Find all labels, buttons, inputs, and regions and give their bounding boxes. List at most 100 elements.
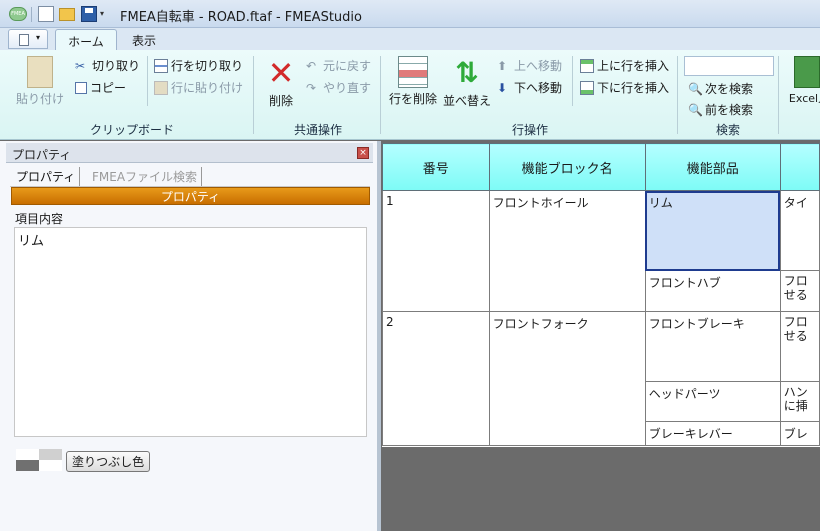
- save-icon[interactable]: [81, 6, 97, 22]
- cell-extra[interactable]: タイ: [779, 190, 820, 271]
- redo-icon: ↷: [306, 80, 317, 95]
- properties-panel: プロパティ × プロパティ FMEAファイル検索 プロパティ 項目内容 リム 塗…: [0, 141, 377, 531]
- tab-fmea-file-search[interactable]: FMEAファイル検索: [88, 167, 203, 186]
- delete-row-button[interactable]: 行を削除: [387, 56, 439, 107]
- table-row: 2 フロントフォーク フロントブレーキ フロ せる: [382, 311, 820, 446]
- title-bar: FMEA ▾ FMEA自転車 - ROAD.ftaf - FMEAStudio: [0, 0, 820, 28]
- scissors-icon: ✂: [75, 58, 86, 73]
- find-next-button[interactable]: 🔍 次を検索: [688, 80, 753, 97]
- copy-icon: [75, 81, 87, 94]
- find-next-icon: 🔍: [688, 81, 703, 96]
- cut-button[interactable]: ✂ 切り取り: [75, 57, 140, 74]
- undo-icon: ↶: [306, 58, 317, 73]
- window-title: FMEA自転車 - ROAD.ftaf - FMEAStudio: [120, 10, 362, 25]
- find-prev-button[interactable]: 🔍 前を検索: [688, 101, 753, 118]
- group-separator: [253, 56, 254, 134]
- paste-row-button[interactable]: 行に貼り付け: [154, 79, 243, 96]
- group-label-search: 検索: [715, 123, 740, 137]
- excel-import-button[interactable]: Excel入: [784, 56, 820, 106]
- item-content-textarea[interactable]: リム: [14, 227, 367, 437]
- open-folder-icon[interactable]: [59, 8, 75, 21]
- column-header-extra[interactable]: [779, 143, 820, 191]
- property-section-header: プロパティ: [11, 187, 370, 205]
- copy-button[interactable]: コピー: [75, 79, 126, 96]
- table-row: 1 フロントホイール リム タイ: [382, 190, 820, 312]
- insert-below-label: 下に行を挿入: [597, 81, 670, 95]
- move-up-button[interactable]: ⬆ 上へ移動: [497, 57, 562, 74]
- delete-button[interactable]: ✕ 削除: [262, 56, 300, 109]
- cell-part[interactable]: ヘッドパーツ: [644, 381, 781, 422]
- cell-block-name[interactable]: フロントフォーク: [488, 311, 646, 446]
- fill-color-swatch: [16, 449, 62, 471]
- grid-empty-area: [382, 447, 820, 531]
- new-file-icon[interactable]: [38, 6, 54, 22]
- sort-arrows-icon: ⇅: [455, 56, 479, 89]
- cut-row-button[interactable]: 行を切り取り: [154, 57, 243, 74]
- group-label-row-ops: 行操作: [511, 123, 548, 137]
- tab-view[interactable]: 表示: [120, 29, 168, 50]
- move-down-label: 下へ移動: [514, 81, 563, 95]
- cell-part-selected[interactable]: リム: [644, 190, 781, 271]
- panel-header: プロパティ ×: [6, 143, 373, 163]
- delete-label: 削除: [268, 94, 293, 108]
- insert-above-button[interactable]: 上に行を挿入: [580, 57, 669, 74]
- move-down-button[interactable]: ⬇ 下へ移動: [497, 79, 562, 96]
- search-input[interactable]: [684, 56, 774, 76]
- tab-properties[interactable]: プロパティ: [12, 167, 81, 186]
- cell-extra[interactable]: ハン に挿: [779, 381, 820, 422]
- close-icon[interactable]: ×: [357, 147, 369, 159]
- undo-button[interactable]: ↶ 元に戻す: [306, 57, 371, 74]
- ribbon: 貼り付け ✂ 切り取り コピー 行を切り取り 行に貼り付け クリップボード ✕ 削…: [0, 50, 820, 140]
- ribbon-tab-bar: ▾ ホーム 表示: [0, 28, 820, 50]
- grid-header-row: 番号 機能ブロック名 機能部品: [382, 143, 820, 191]
- group-separator: [677, 56, 678, 134]
- group-separator: [778, 56, 779, 134]
- paste-button[interactable]: 貼り付け: [14, 56, 66, 107]
- panel-tab-bar: プロパティ FMEAファイル検索: [10, 165, 370, 187]
- insert-above-icon: [580, 58, 594, 73]
- column-header-part[interactable]: 機能部品: [644, 143, 781, 191]
- insert-below-button[interactable]: 下に行を挿入: [580, 79, 669, 96]
- fmea-grid: 番号 機能ブロック名 機能部品 1 フロントホイール リム タイ フロントハブ …: [382, 143, 820, 447]
- panel-splitter[interactable]: [377, 141, 381, 531]
- sort-button[interactable]: ⇅ 並べ替え: [441, 56, 493, 109]
- cell-part[interactable]: フロントハブ: [644, 270, 781, 312]
- arrow-up-icon: ⬆: [497, 58, 508, 73]
- column-header-block-name[interactable]: 機能ブロック名: [488, 143, 646, 191]
- cut-row-icon: [154, 58, 168, 73]
- cell-number[interactable]: 2: [382, 311, 490, 446]
- app-icon[interactable]: FMEA: [9, 7, 27, 21]
- redo-label: やり直す: [323, 81, 372, 95]
- cell-block-name[interactable]: フロントホイール: [488, 190, 646, 312]
- cell-part[interactable]: ブレーキレバー: [644, 421, 781, 446]
- cell-extra[interactable]: フロ せる: [779, 270, 820, 312]
- redo-button[interactable]: ↷ やり直す: [306, 79, 371, 96]
- paste-row-label: 行に貼り付け: [171, 81, 244, 95]
- cell-part[interactable]: フロントブレーキ: [644, 311, 781, 382]
- paste-label: 貼り付け: [15, 92, 64, 106]
- copy-label: コピー: [90, 81, 127, 95]
- group-separator: [572, 56, 573, 106]
- qat-separator: [31, 7, 32, 22]
- document-icon: [19, 34, 29, 46]
- cell-number[interactable]: 1: [382, 190, 490, 312]
- fill-color-button[interactable]: 塗りつぶし色: [66, 451, 151, 472]
- app-menu-button[interactable]: ▾: [8, 29, 48, 49]
- cut-label: 切り取り: [92, 59, 141, 73]
- insert-above-label: 上に行を挿入: [597, 59, 670, 73]
- tab-home[interactable]: ホーム: [55, 29, 117, 50]
- chevron-down-icon: ▾: [36, 33, 41, 42]
- insert-below-icon: [580, 80, 594, 95]
- panel-title: プロパティ: [12, 148, 72, 162]
- sort-label: 並べ替え: [442, 94, 491, 108]
- column-header-number[interactable]: 番号: [382, 143, 490, 191]
- group-label-clipboard: クリップボード: [89, 123, 174, 137]
- delete-row-label: 行を削除: [388, 92, 437, 106]
- cut-row-label: 行を切り取り: [171, 59, 244, 73]
- qat-dropdown-icon[interactable]: ▾: [100, 9, 108, 25]
- cell-extra[interactable]: フロ せる: [779, 311, 820, 382]
- cell-extra[interactable]: ブレ: [779, 421, 820, 446]
- item-content-label: 項目内容: [15, 212, 64, 226]
- move-up-label: 上へ移動: [514, 59, 563, 73]
- excel-icon: [794, 56, 820, 88]
